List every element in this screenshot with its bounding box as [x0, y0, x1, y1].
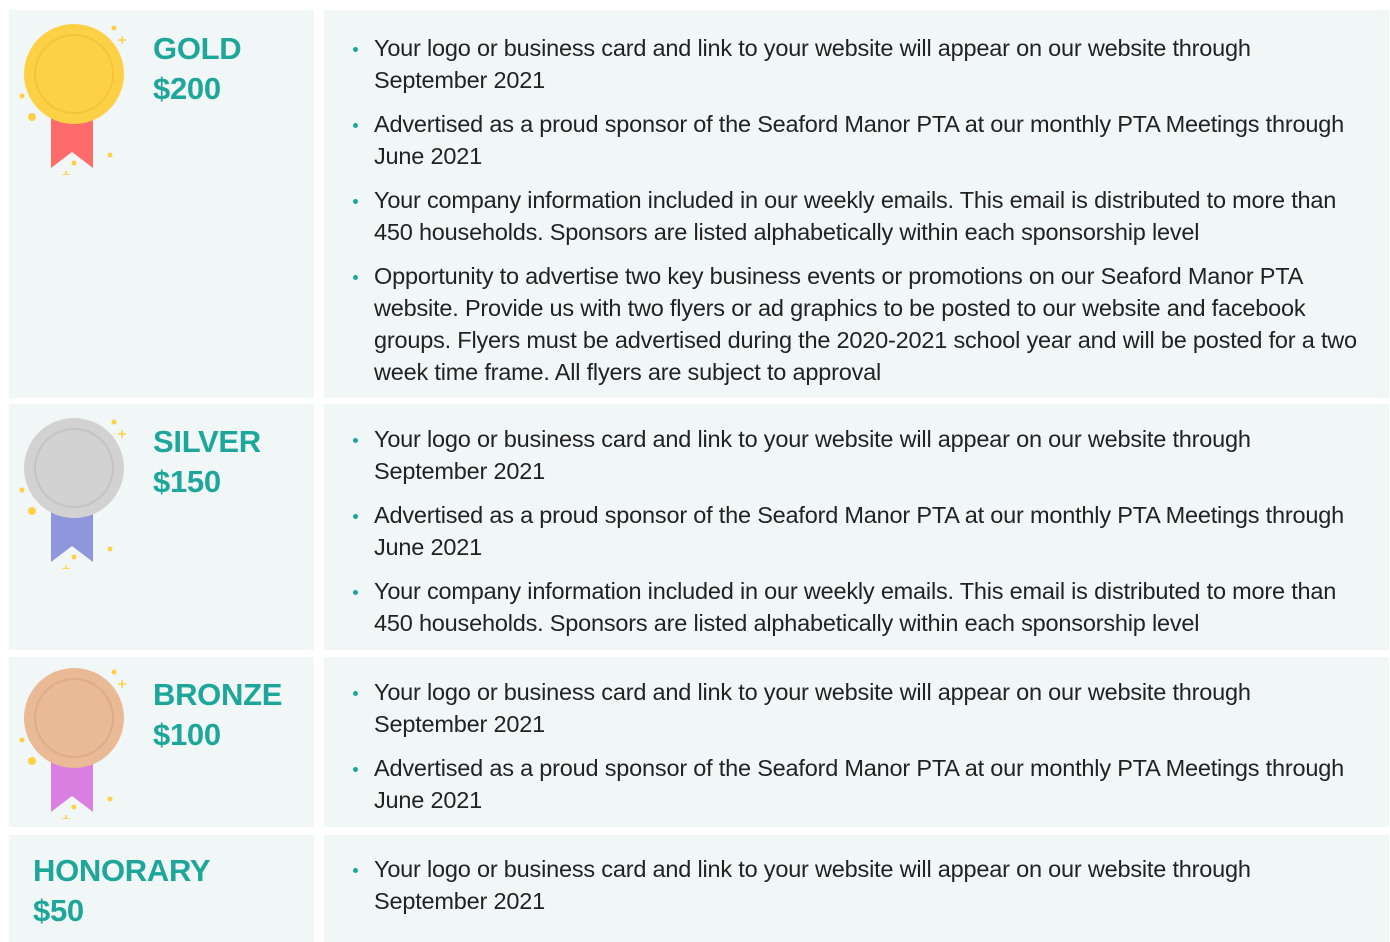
- tier-name: GOLD: [153, 31, 242, 66]
- tier-label-panel: BRONZE $100: [9, 657, 314, 827]
- tier-label-panel: HONORARY $50: [9, 835, 314, 942]
- tier-label-panel: SILVER $150: [9, 404, 314, 650]
- benefit-item: Your logo or business card and link to y…: [352, 853, 1369, 917]
- benefits-panel: Your logo or business card and link to y…: [324, 10, 1389, 398]
- tier-price: $50: [33, 893, 84, 928]
- benefit-item: Advertised as a proud sponsor of the Sea…: [352, 499, 1369, 563]
- benefit-item: Your logo or business card and link to y…: [352, 676, 1369, 740]
- tier-gold: GOLD $200 Your logo or business card and…: [9, 10, 1389, 398]
- benefits-list: Your logo or business card and link to y…: [352, 32, 1369, 400]
- benefit-item: Your company information included in our…: [352, 575, 1369, 639]
- tier-price: $100: [153, 717, 221, 752]
- tier-silver: SILVER $150 Your logo or business card a…: [9, 404, 1389, 650]
- benefits-panel: Your logo or business card and link to y…: [324, 657, 1389, 827]
- tier-bronze: BRONZE $100 Your logo or business card a…: [9, 657, 1389, 827]
- silver-medal-icon: [19, 418, 126, 569]
- tier-label-panel: GOLD $200: [9, 10, 314, 398]
- benefit-item: Your company information included in our…: [352, 184, 1369, 248]
- benefit-item: Advertised as a proud sponsor of the Sea…: [352, 108, 1369, 172]
- bronze-medal-icon: [19, 668, 126, 819]
- benefits-list: Your logo or business card and link to y…: [352, 676, 1369, 828]
- tier-price: $200: [153, 71, 221, 106]
- benefit-item: Your logo or business card and link to y…: [352, 423, 1369, 487]
- tier-name: SILVER: [153, 424, 261, 459]
- tier-honorary: HONORARY $50 Your logo or business card …: [9, 835, 1389, 942]
- benefits-list: Your logo or business card and link to y…: [352, 853, 1369, 929]
- benefits-panel: Your logo or business card and link to y…: [324, 404, 1389, 650]
- tier-name: HONORARY: [33, 853, 211, 888]
- tier-name: BRONZE: [153, 677, 283, 712]
- benefit-item: Opportunity to advertise two key busines…: [352, 260, 1369, 388]
- benefits-list: Your logo or business card and link to y…: [352, 423, 1369, 651]
- benefit-item: Your logo or business card and link to y…: [352, 32, 1369, 96]
- benefit-item: Advertised as a proud sponsor of the Sea…: [352, 752, 1369, 816]
- benefits-panel: Your logo or business card and link to y…: [324, 835, 1389, 942]
- gold-medal-icon: [19, 24, 126, 175]
- tier-price: $150: [153, 464, 221, 499]
